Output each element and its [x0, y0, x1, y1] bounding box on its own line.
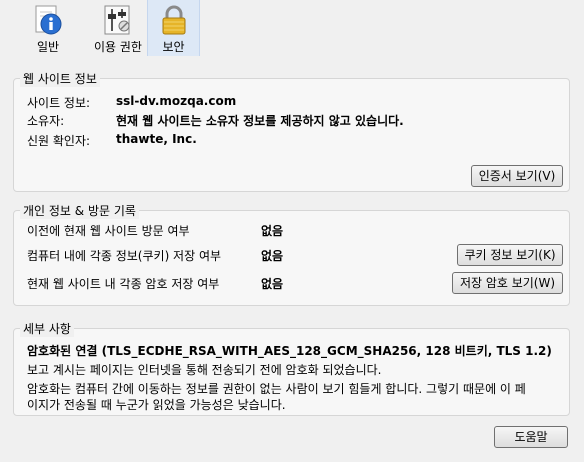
info-icon: [32, 4, 64, 36]
tab-general[interactable]: 일반: [22, 0, 74, 56]
toolbar: 일반 이용 권한 보안: [0, 0, 584, 56]
tab-general-label: 일반: [36, 40, 60, 54]
verifier-value: thawte, Inc.: [116, 132, 197, 146]
lock-icon: [158, 4, 190, 36]
owner-value: 현재 웹 사이트는 소유자 정보를 제공하지 않고 있습니다.: [116, 114, 404, 128]
view-saved-passwords-button[interactable]: 저장 암호 보기(W): [452, 272, 563, 294]
website-info-title: 웹 사이트 정보: [20, 70, 100, 87]
passwords-value: 없음: [261, 277, 284, 291]
tab-permissions[interactable]: 이용 권한: [90, 0, 146, 56]
details-group: 세부 사항 암호화된 연결 (TLS_ECDHE_RSA_WITH_AES_12…: [13, 320, 570, 416]
details-line-1: 보고 계시는 페이지는 인터넷을 통해 전송되기 전에 암호화 되었습니다.: [27, 363, 382, 377]
privacy-history-group: 개인 정보 & 방문 기록 이전에 현재 웹 사이트 방문 여부 없음 컴퓨터 …: [13, 202, 570, 306]
tab-security[interactable]: 보안: [147, 0, 200, 56]
tab-security-label: 보안: [162, 40, 185, 54]
connection-heading: 암호화된 연결 (TLS_ECDHE_RSA_WITH_AES_128_GCM_…: [27, 344, 552, 358]
cookies-value: 없음: [261, 249, 284, 263]
view-certificate-button[interactable]: 인증서 보기(V): [471, 165, 563, 187]
visited-value: 없음: [261, 224, 284, 238]
details-line-3: 이지가 전송될 때 누군가 읽었을 가능성은 낮습니다.: [27, 398, 286, 412]
details-line-2: 암호화는 컴퓨터 간에 이동하는 정보를 권한이 없는 사람이 보기 힘들게 합…: [27, 382, 526, 396]
site-label: 사이트 정보:: [27, 96, 91, 110]
passwords-label: 현재 웹 사이트 내 각종 암호 저장 여부: [27, 277, 220, 291]
view-cookies-button[interactable]: 쿠키 정보 보기(K): [457, 244, 563, 266]
site-value: ssl-dv.mozqa.com: [116, 94, 237, 108]
website-info-group: 웹 사이트 정보 사이트 정보: ssl-dv.mozqa.com 소유자: 현…: [13, 70, 570, 192]
details-title: 세부 사항: [20, 320, 74, 337]
privacy-history-title: 개인 정보 & 방문 기록: [20, 202, 139, 219]
help-button[interactable]: 도움말: [494, 426, 568, 448]
cookies-label: 컴퓨터 내에 각종 정보(쿠키) 저장 여부: [27, 249, 222, 263]
tab-permissions-label: 이용 권한: [94, 40, 142, 54]
permissions-icon: [102, 4, 134, 36]
owner-label: 소유자:: [27, 114, 65, 128]
visited-label: 이전에 현재 웹 사이트 방문 여부: [27, 224, 190, 238]
verifier-label: 신원 확인자:: [27, 134, 91, 148]
